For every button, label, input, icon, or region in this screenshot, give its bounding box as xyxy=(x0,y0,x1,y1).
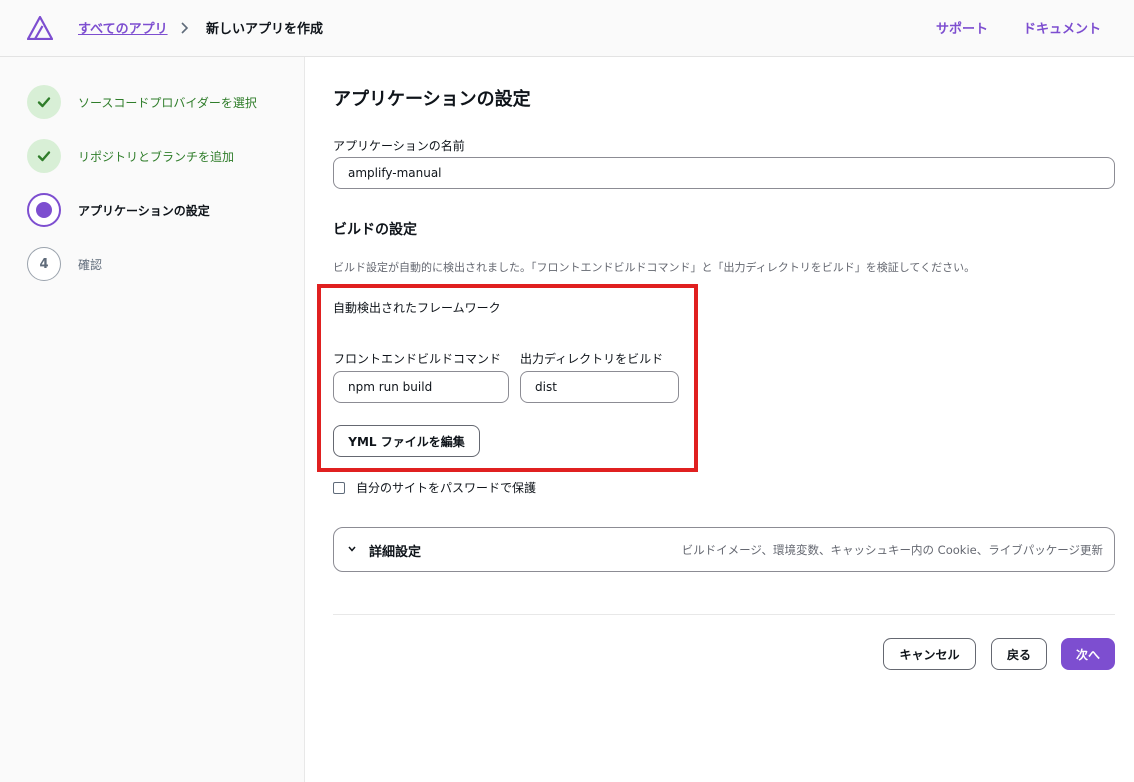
next-button[interactable]: 次へ xyxy=(1061,638,1115,670)
step-label: リポジトリとブランチを追加 xyxy=(78,150,235,164)
documentation-link[interactable]: ドキュメント xyxy=(1023,18,1101,37)
page-title: アプリケーションの設定 xyxy=(333,89,531,110)
build-settings-description: ビルド設定が自動的に検出されました。「フロントエンドビルドコマンド」と「出力ディ… xyxy=(333,261,976,274)
output-dir-input[interactable] xyxy=(520,371,679,403)
wizard-steps-sidebar: ソースコードプロバイダーを選択 リポジトリとブランチを追加 アプリケーションの設… xyxy=(0,57,305,782)
amplify-logo-icon[interactable] xyxy=(27,16,53,40)
step-label: アプリケーションの設定 xyxy=(78,204,210,218)
footer-divider xyxy=(333,614,1115,615)
step-label: 確認 xyxy=(78,258,103,272)
check-icon xyxy=(27,139,61,173)
build-settings-title: ビルドの設定 xyxy=(333,222,417,238)
breadcrumb-current: 新しいアプリを作成 xyxy=(206,22,324,37)
app-name-label: アプリケーションの名前 xyxy=(333,139,465,153)
step-label: ソースコードプロバイダーを選択 xyxy=(78,96,257,110)
cancel-button[interactable]: キャンセル xyxy=(883,638,976,670)
build-command-input[interactable] xyxy=(333,371,509,403)
step-review: 4 確認 xyxy=(27,247,297,281)
main-content: アプリケーションの設定 アプリケーションの名前 ビルドの設定 ビルド設定が自動的… xyxy=(305,57,1134,782)
password-protect-label[interactable]: 自分のサイトをパスワードで保護 xyxy=(356,479,536,496)
advanced-settings-expander[interactable]: 詳細設定 ビルドイメージ、環境変数、キャッシュキー内の Cookie、ライブパッ… xyxy=(333,527,1115,572)
back-button[interactable]: 戻る xyxy=(991,638,1047,670)
advanced-settings-description: ビルドイメージ、環境変数、キャッシュキー内の Cookie、ライブパッケージ更新 xyxy=(681,543,1103,557)
output-dir-label: 出力ディレクトリをビルド xyxy=(520,352,664,366)
step-app-settings: アプリケーションの設定 xyxy=(27,193,297,227)
build-command-label: フロントエンドビルドコマンド xyxy=(333,352,502,366)
step-add-repository-branch: リポジトリとブランチを追加 xyxy=(27,139,297,173)
top-header: すべてのアプリ 新しいアプリを作成 サポート ドキュメント xyxy=(0,0,1134,57)
advanced-settings-title: 詳細設定 xyxy=(369,545,422,560)
step-number: 4 xyxy=(27,247,61,281)
password-protect-checkbox[interactable] xyxy=(333,482,345,494)
current-step-indicator-icon xyxy=(27,193,61,227)
support-link[interactable]: サポート xyxy=(936,18,988,37)
app-name-input[interactable] xyxy=(333,157,1115,189)
edit-yml-button[interactable]: YML ファイルを編集 xyxy=(333,425,480,457)
check-icon xyxy=(27,85,61,119)
breadcrumb-all-apps[interactable]: すべてのアプリ xyxy=(78,18,168,37)
framework-label: 自動検出されたフレームワーク xyxy=(333,301,501,315)
step-select-source-provider: ソースコードプロバイダーを選択 xyxy=(27,85,297,119)
chevron-right-icon xyxy=(181,22,189,34)
chevron-down-icon xyxy=(348,546,356,552)
